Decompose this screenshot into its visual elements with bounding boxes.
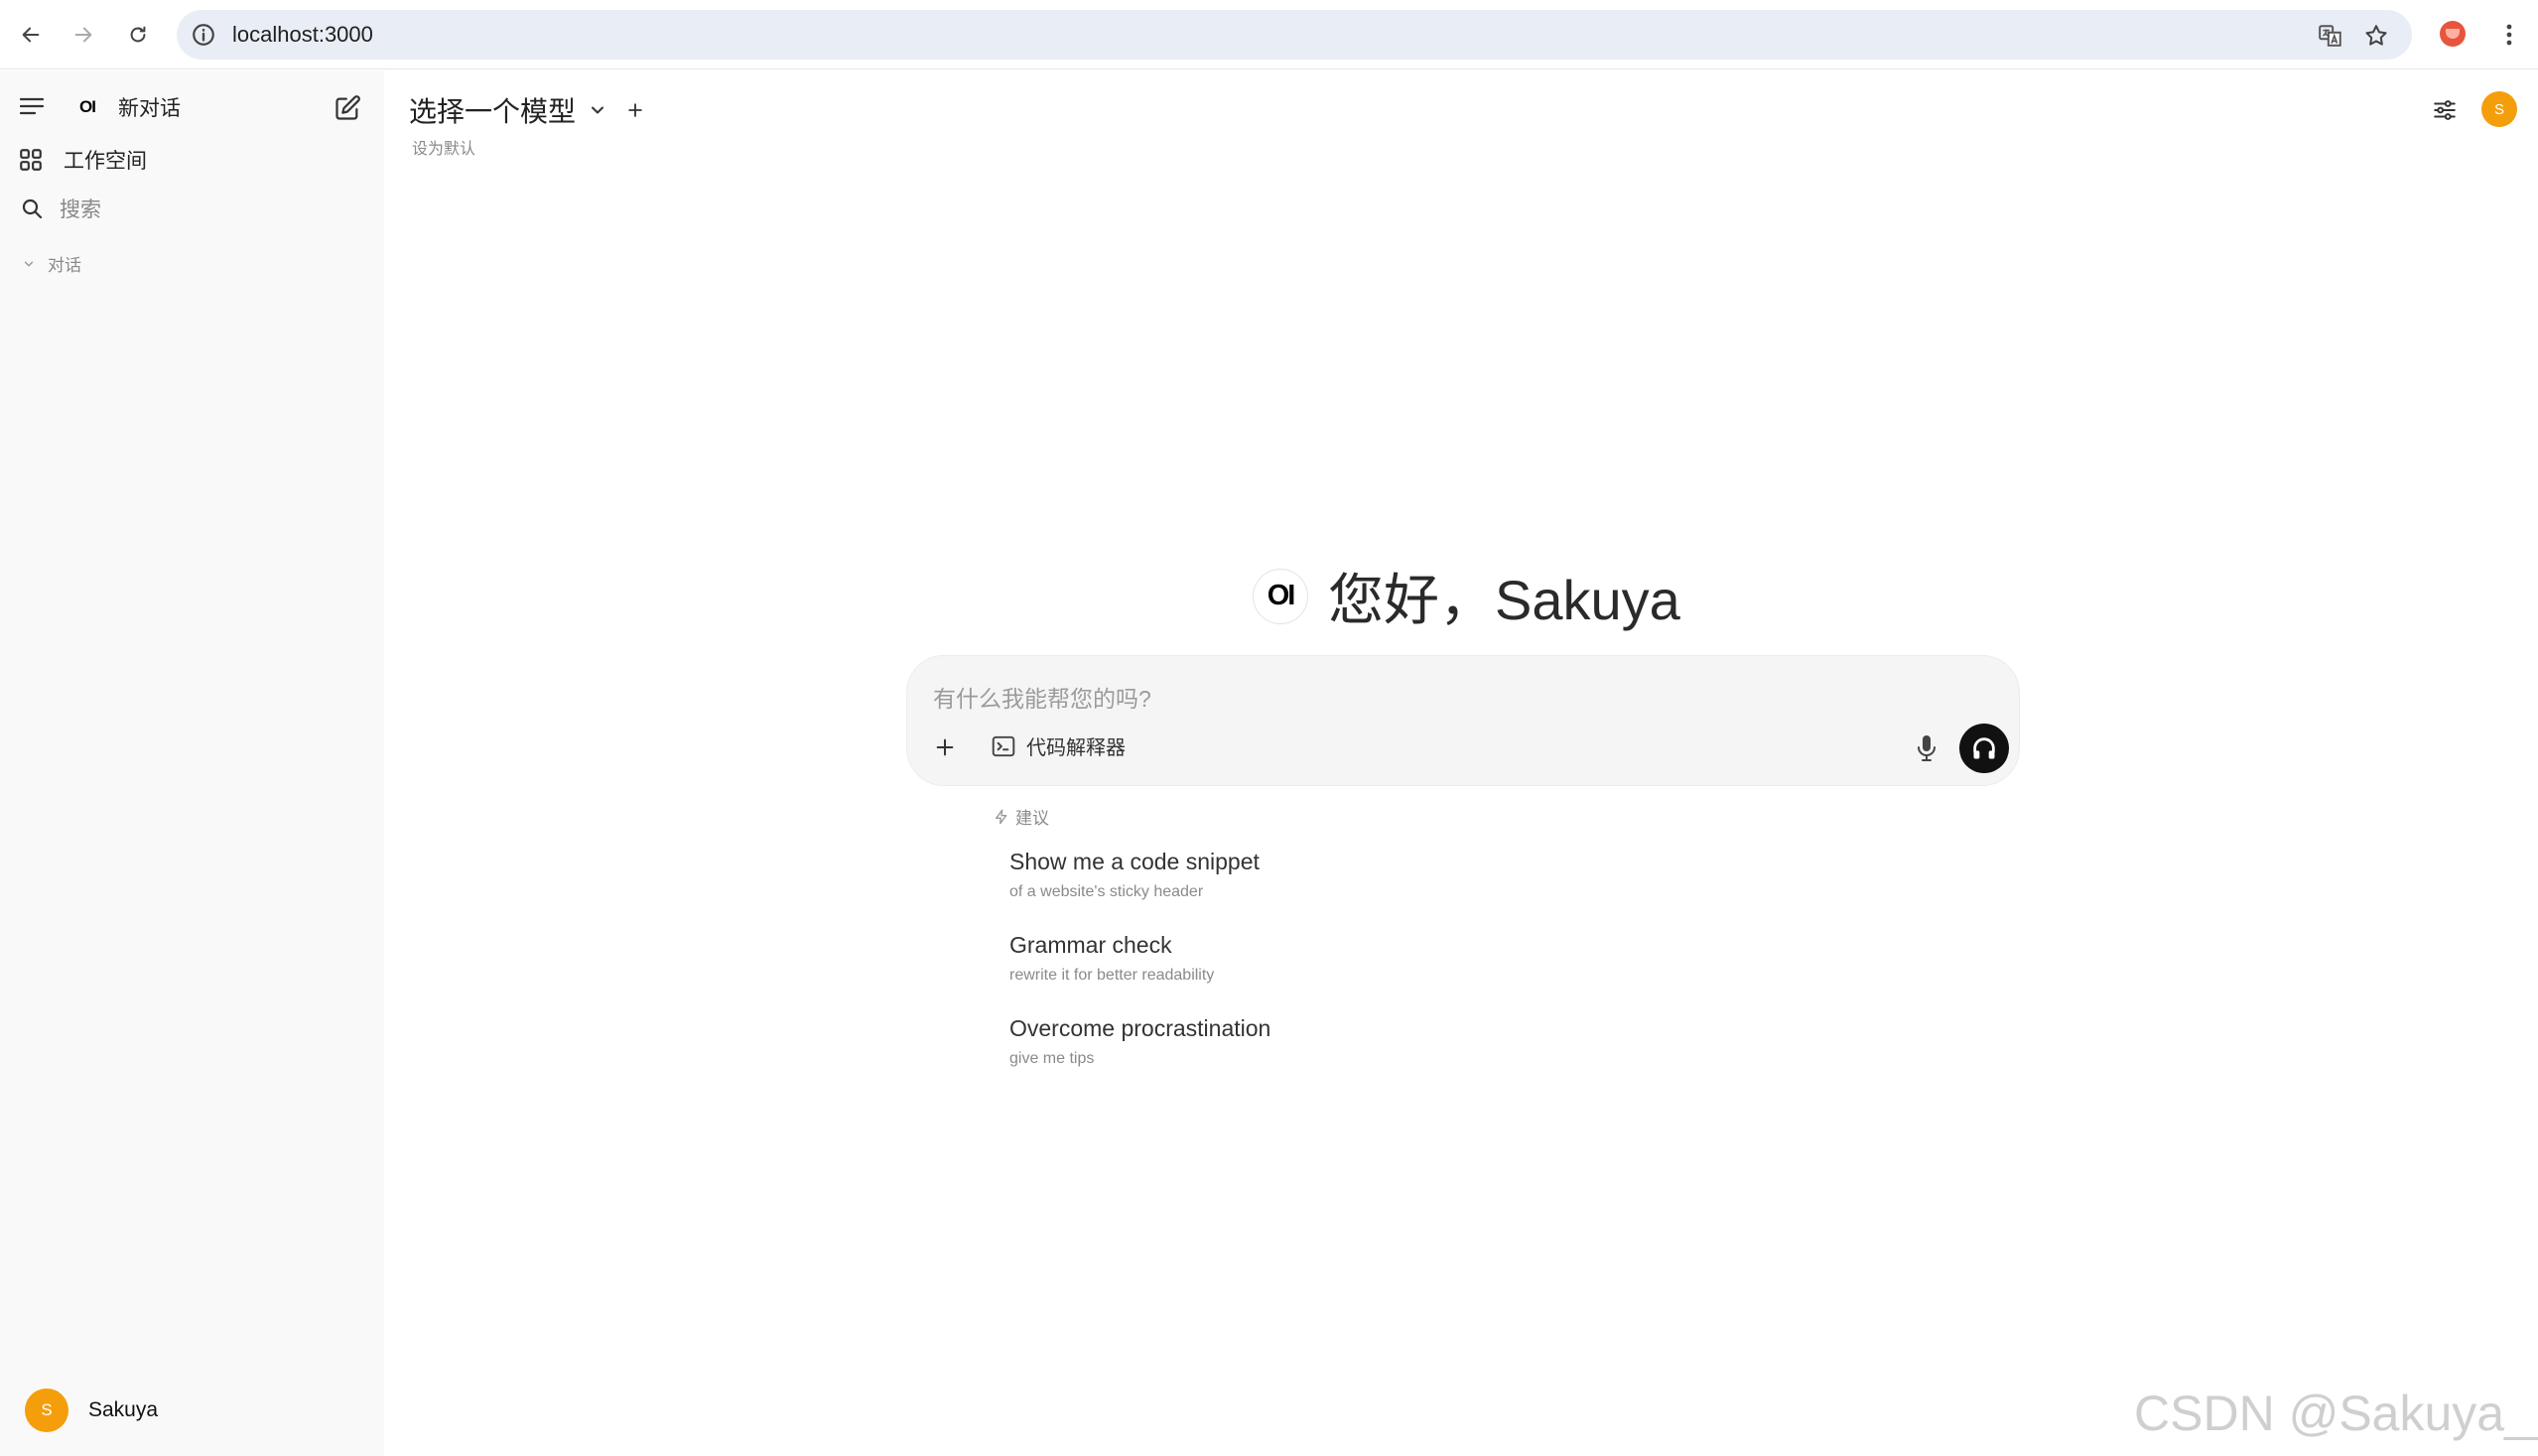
grid-icon (20, 149, 42, 171)
suggestion-title: Grammar check (1009, 932, 1172, 958)
avatar: S (25, 1389, 68, 1432)
suggestion-item[interactable]: Overcome procrastination give me tips (1009, 1015, 1270, 1068)
translate-button[interactable] (2317, 22, 2344, 50)
reload-icon (130, 26, 146, 43)
suggestions-header: 建议 (994, 804, 1049, 829)
search-label: 搜索 (60, 199, 101, 221)
attach-button[interactable] (931, 733, 959, 761)
chevron-down-icon (592, 106, 604, 114)
watermark: CSDN @Sakuya__ (2134, 1386, 2538, 1441)
new-chat-button[interactable] (334, 94, 361, 122)
suggestion-subtitle: of a website's sticky header (1009, 883, 1204, 900)
address-bar[interactable]: localhost:3000 (177, 10, 2412, 60)
arrow-left-icon (22, 27, 40, 43)
bookmark-button[interactable] (2362, 22, 2390, 50)
suggestion-title: Show me a code snippet (1009, 849, 1260, 874)
plus-icon (936, 738, 954, 756)
sidebar-search[interactable]: 搜索 (20, 194, 101, 223)
suggestions-label: 建议 (1015, 809, 1049, 828)
suggestion-item[interactable]: Show me a code snippet of a website's st… (1009, 849, 1260, 901)
new-chat-label: 新对话 (117, 97, 181, 120)
site-info-icon[interactable] (191, 22, 216, 48)
sidebar: OI 新对话 工作空间 搜索 对话 S Sakuya (0, 70, 384, 1456)
forward-button[interactable] (66, 17, 101, 53)
suggestion-item[interactable]: Grammar check rewrite it for better read… (1009, 932, 1214, 985)
translate-icon (2319, 25, 2341, 47)
browser-toolbar: localhost:3000 (0, 0, 2538, 69)
user-menu[interactable]: S Sakuya (25, 1389, 158, 1432)
star-icon (2365, 25, 2387, 46)
suggestion-subtitle: give me tips (1009, 1050, 1095, 1067)
add-model-icon[interactable] (625, 100, 645, 120)
menu-icon (19, 97, 45, 115)
search-icon (22, 199, 43, 219)
chat-input[interactable]: 有什么我能帮您的吗? (933, 680, 1151, 714)
model-logo: OI (1253, 568, 1308, 624)
sliders-icon (2434, 100, 2456, 120)
back-button[interactable] (13, 17, 49, 53)
extension-icon[interactable] (2440, 21, 2466, 47)
user-name: Sakuya (88, 1398, 159, 1421)
headphones-icon (1973, 737, 1995, 759)
bolt-icon (996, 809, 1007, 824)
edit-icon (335, 95, 360, 120)
suggestion-title: Overcome procrastination (1009, 1015, 1271, 1041)
sidebar-item-label: 工作空间 (64, 150, 147, 173)
chat-controls-button[interactable] (2430, 95, 2460, 125)
chats-section-toggle[interactable]: 对话 (22, 251, 81, 276)
more-vertical-icon[interactable] (2497, 19, 2521, 51)
suggestion-subtitle: rewrite it for better readability (1009, 967, 1215, 984)
arrow-right-icon (74, 27, 92, 43)
set-default-link[interactable]: 设为默认 (412, 135, 475, 159)
greeting: OI 您好，Sakuya (1253, 556, 1680, 636)
open-webui-logo: OI (79, 97, 96, 116)
dictate-button[interactable] (1913, 731, 1940, 765)
reload-button[interactable] (120, 17, 156, 53)
chats-section-label: 对话 (48, 256, 81, 275)
code-interpreter-label: 代码解释器 (1026, 737, 1126, 759)
sidebar-item-workspace[interactable]: 工作空间 (18, 145, 147, 175)
greeting-text: 您好，Sakuya (1328, 569, 1680, 631)
sidebar-toggle-button[interactable] (18, 94, 46, 118)
chat-input-box[interactable]: 有什么我能帮您的吗? 代码解释器 (906, 655, 2020, 786)
code-interpreter-button[interactable]: 代码解释器 (991, 731, 1126, 760)
chevron-down-icon (24, 261, 34, 266)
url-text: localhost:3000 (232, 22, 373, 47)
new-chat-link[interactable]: OI 新对话 (79, 92, 181, 122)
header-avatar[interactable]: S (2481, 91, 2517, 127)
voice-mode-button[interactable] (1959, 724, 2009, 773)
terminal-icon (992, 735, 1015, 756)
model-select-label: 选择一个模型 (409, 96, 577, 127)
model-selector[interactable]: 选择一个模型 (409, 90, 645, 130)
microphone-icon (1918, 735, 1936, 761)
